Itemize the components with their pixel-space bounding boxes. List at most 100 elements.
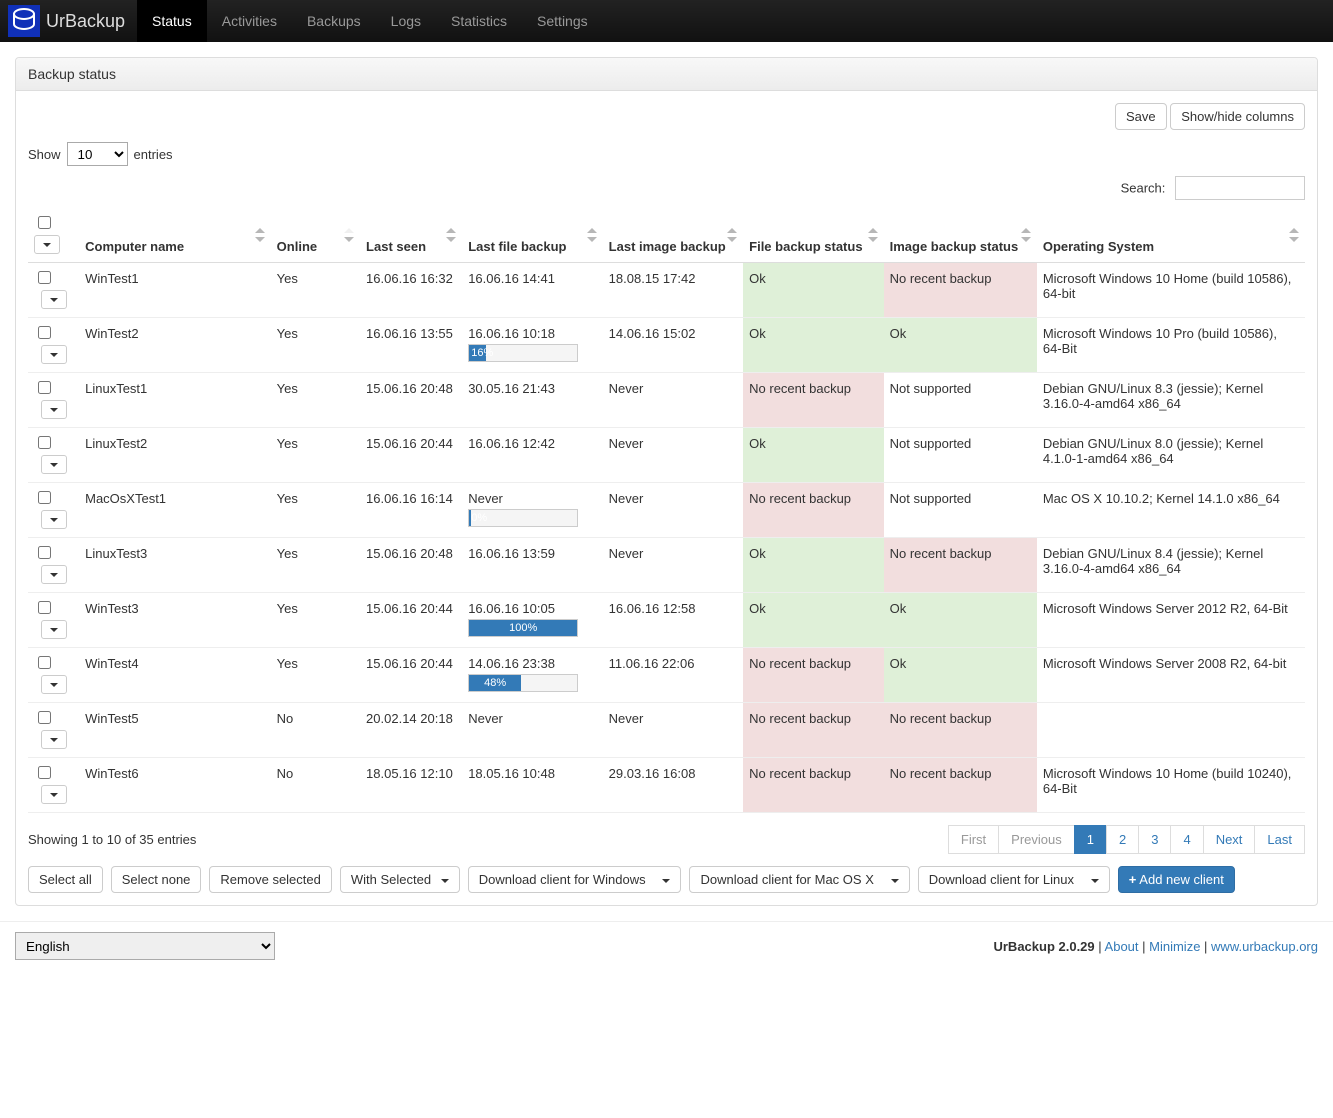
row-actions-dropdown[interactable] xyxy=(41,510,67,529)
sort-icon xyxy=(255,228,265,242)
add-new-client-button[interactable]: + Add new client xyxy=(1118,866,1235,893)
select-none-button[interactable]: Select none xyxy=(111,866,202,893)
page-3[interactable]: 3 xyxy=(1138,825,1171,854)
row-actions-dropdown[interactable] xyxy=(41,290,67,309)
status-cell: No recent backup xyxy=(884,538,1037,593)
column-header[interactable]: Last image backup xyxy=(603,208,743,263)
nav-settings[interactable]: Settings xyxy=(522,0,603,42)
footer-version: UrBackup 2.0.29 xyxy=(993,939,1094,954)
row-actions-dropdown[interactable] xyxy=(41,455,67,474)
last-seen: 15.06.16 20:44 xyxy=(360,648,462,703)
status-cell: No recent backup xyxy=(743,648,883,703)
row-actions-dropdown[interactable] xyxy=(41,565,67,584)
download-mac-dropdown[interactable]: Download client for Mac OS X xyxy=(689,866,909,893)
operating-system: Microsoft Windows Server 2008 R2, 64-bit xyxy=(1037,648,1305,703)
footer-minimize-link[interactable]: Minimize xyxy=(1149,939,1200,954)
page-1[interactable]: 1 xyxy=(1074,825,1107,854)
page-last[interactable]: Last xyxy=(1254,825,1305,854)
column-header[interactable]: Last seen xyxy=(360,208,462,263)
page-next[interactable]: Next xyxy=(1203,825,1256,854)
online: Yes xyxy=(271,428,360,483)
table-row: WinTest4Yes15.06.16 20:4414.06.16 23:384… xyxy=(28,648,1305,703)
search-input[interactable] xyxy=(1175,176,1305,200)
sort-icon xyxy=(1021,228,1031,242)
status-cell: No recent backup xyxy=(884,758,1037,813)
remove-selected-button[interactable]: Remove selected xyxy=(209,866,331,893)
row-checkbox[interactable] xyxy=(38,381,51,394)
page-4[interactable]: 4 xyxy=(1170,825,1203,854)
row-checkbox[interactable] xyxy=(38,601,51,614)
row-actions-dropdown[interactable] xyxy=(41,730,67,749)
download-linux-dropdown[interactable]: Download client for Linux xyxy=(918,866,1110,893)
operating-system: Mac OS X 10.10.2; Kernel 14.1.0 x86_64 xyxy=(1037,483,1305,538)
status-cell: No recent backup xyxy=(743,703,883,758)
table-row: LinuxTest3Yes15.06.16 20:4816.06.16 13:5… xyxy=(28,538,1305,593)
brand-link[interactable]: UrBackup xyxy=(0,0,137,42)
column-header[interactable]: Computer name xyxy=(79,208,271,263)
footer-about-link[interactable]: About xyxy=(1105,939,1139,954)
last-file-backup: 16.06.16 10:1816% xyxy=(462,318,602,373)
table-row: WinTest6No18.05.16 12:1018.05.16 10:4829… xyxy=(28,758,1305,813)
row-checkbox[interactable] xyxy=(38,656,51,669)
status-cell: No recent backup xyxy=(884,703,1037,758)
length-label-entries: entries xyxy=(134,147,173,162)
header-actions-dropdown[interactable] xyxy=(34,235,60,254)
column-header[interactable]: Operating System xyxy=(1037,208,1305,263)
length-select[interactable]: 10 xyxy=(67,142,128,166)
online: Yes xyxy=(271,263,360,318)
row-checkbox[interactable] xyxy=(38,271,51,284)
row-checkbox[interactable] xyxy=(38,436,51,449)
save-button[interactable]: Save xyxy=(1115,103,1167,130)
last-file-backup: Never xyxy=(462,703,602,758)
plus-icon: + xyxy=(1129,872,1137,887)
status-cell: Ok xyxy=(743,593,883,648)
column-header[interactable]: Last file backup xyxy=(462,208,602,263)
row-actions-dropdown[interactable] xyxy=(41,620,67,639)
nav-statistics[interactable]: Statistics xyxy=(436,0,522,42)
last-image-backup: 16.06.16 12:58 xyxy=(603,593,743,648)
table-row: LinuxTest1Yes15.06.16 20:4830.05.16 21:4… xyxy=(28,373,1305,428)
page-2[interactable]: 2 xyxy=(1106,825,1139,854)
language-select[interactable]: English xyxy=(15,932,275,960)
show-hide-columns-button[interactable]: Show/hide columns xyxy=(1170,103,1305,130)
table-row: WinTest2Yes16.06.16 13:5516.06.16 10:181… xyxy=(28,318,1305,373)
row-actions-dropdown[interactable] xyxy=(41,345,67,364)
footer-site-link[interactable]: www.urbackup.org xyxy=(1211,939,1318,954)
column-header[interactable]: File backup status xyxy=(743,208,883,263)
status-cell: Not supported xyxy=(884,428,1037,483)
status-cell: Ok xyxy=(884,648,1037,703)
nav-activities[interactable]: Activities xyxy=(207,0,292,42)
operating-system: Debian GNU/Linux 8.0 (jessie); Kernel 4.… xyxy=(1037,428,1305,483)
last-file-backup: 14.06.16 23:3848% xyxy=(462,648,602,703)
row-actions-dropdown[interactable] xyxy=(41,400,67,419)
online: Yes xyxy=(271,538,360,593)
nav-tabs: StatusActivitiesBackupsLogsStatisticsSet… xyxy=(137,0,603,42)
row-checkbox[interactable] xyxy=(38,711,51,724)
last-file-backup: 30.05.16 21:43 xyxy=(462,373,602,428)
online: Yes xyxy=(271,483,360,538)
computer-name: WinTest1 xyxy=(79,263,271,318)
last-seen: 18.05.16 12:10 xyxy=(360,758,462,813)
row-checkbox[interactable] xyxy=(38,491,51,504)
column-header xyxy=(28,208,79,263)
table-row: WinTest5No20.02.14 20:18NeverNeverNo rec… xyxy=(28,703,1305,758)
select-all-checkbox[interactable] xyxy=(38,216,51,229)
row-checkbox[interactable] xyxy=(38,326,51,339)
download-windows-dropdown[interactable]: Download client for Windows xyxy=(468,866,682,893)
nav-logs[interactable]: Logs xyxy=(376,0,436,42)
nav-status[interactable]: Status xyxy=(137,0,207,42)
sort-icon xyxy=(587,228,597,242)
online: Yes xyxy=(271,648,360,703)
column-header[interactable]: Image backup status xyxy=(884,208,1037,263)
last-seen: 15.06.16 20:48 xyxy=(360,538,462,593)
row-checkbox[interactable] xyxy=(38,766,51,779)
column-header[interactable]: Online xyxy=(271,208,360,263)
status-cell: Ok xyxy=(884,593,1037,648)
last-image-backup: Never xyxy=(603,428,743,483)
row-actions-dropdown[interactable] xyxy=(41,785,67,804)
with-selected-dropdown[interactable]: With Selected xyxy=(340,866,460,893)
row-checkbox[interactable] xyxy=(38,546,51,559)
nav-backups[interactable]: Backups xyxy=(292,0,376,42)
select-all-button[interactable]: Select all xyxy=(28,866,103,893)
row-actions-dropdown[interactable] xyxy=(41,675,67,694)
